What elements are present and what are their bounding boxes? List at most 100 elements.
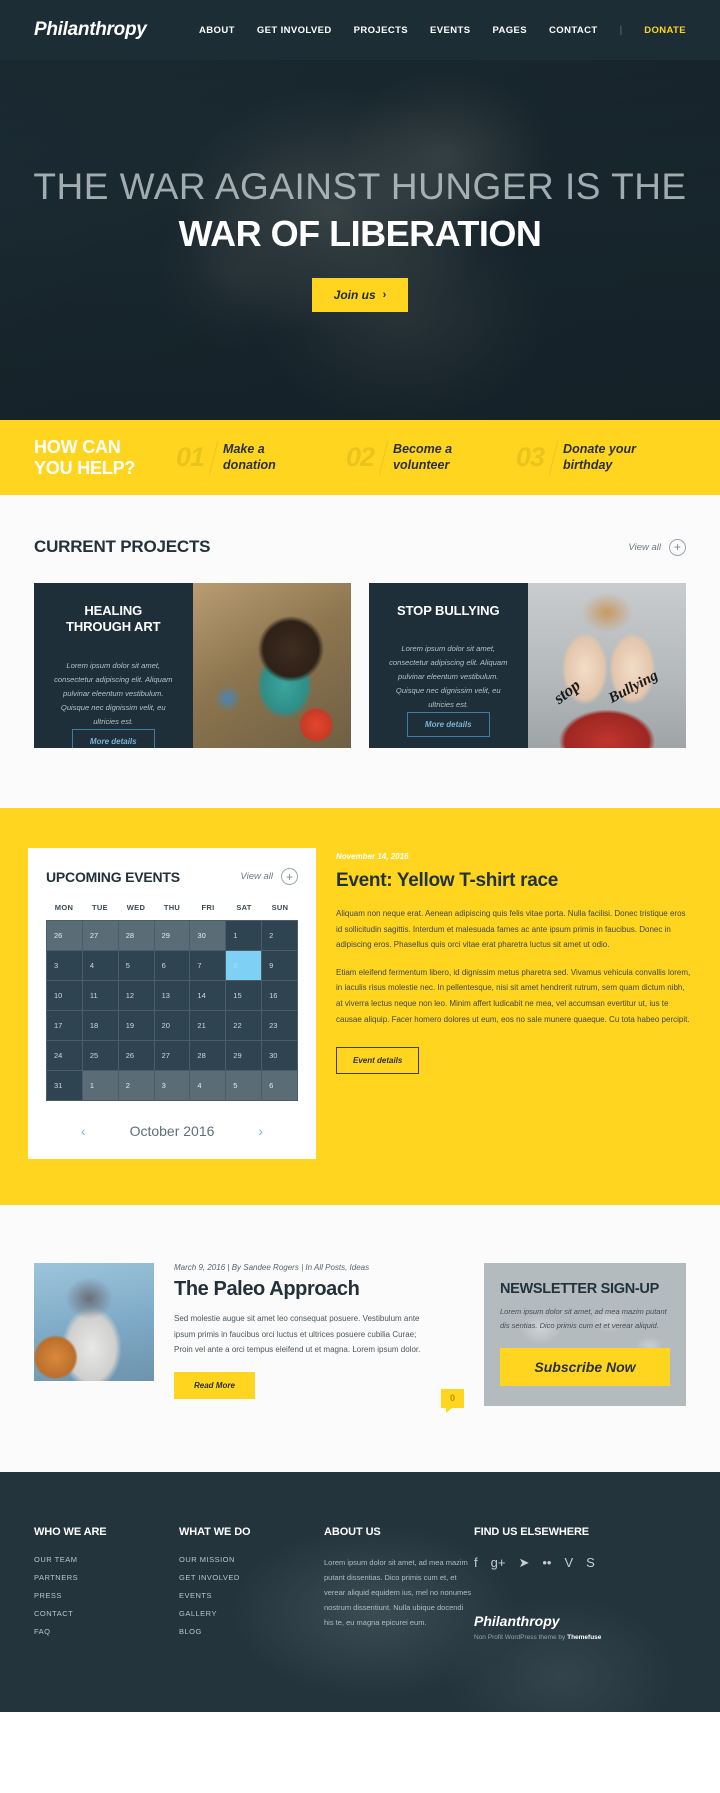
calendar-day-cell[interactable]: 21 (190, 1011, 226, 1040)
blog-author[interactable]: By Sandee Rogers (232, 1263, 299, 1272)
footer-link-gallery[interactable]: GALLERY (179, 1609, 324, 1618)
help-step-number: 02 (346, 442, 375, 472)
calendar-day-cell[interactable]: 23 (262, 1011, 297, 1040)
calendar-day-cell[interactable]: 18 (82, 1011, 118, 1040)
calendar-day-cell[interactable]: 26 (118, 1041, 154, 1070)
calendar-day-cell[interactable]: 31 (47, 1071, 82, 1100)
projects-card-row: HEALING THROUGH ART Lorem ipsum dolor si… (34, 583, 686, 748)
calendar-month-label: October 2016 (129, 1123, 215, 1139)
footer-link-partners[interactable]: PARTNERS (34, 1573, 179, 1582)
project-more-details-button[interactable]: More details (406, 712, 490, 738)
blog-title[interactable]: The Paleo Approach (174, 1278, 421, 1301)
site-logo[interactable]: Philanthropy (34, 19, 147, 41)
project-title: STOP BULLYING (397, 603, 500, 618)
calendar-day-cell[interactable]: 12 (118, 981, 154, 1010)
nav-item-contact[interactable]: CONTACT (549, 25, 598, 36)
blog-thumbnail[interactable] (34, 1263, 154, 1381)
footer-link-press[interactable]: PRESS (34, 1591, 179, 1600)
help-step-1[interactable]: 01 Make a donation (176, 440, 346, 475)
calendar-day-cell[interactable]: 29 (226, 1041, 262, 1070)
footer-link-events[interactable]: EVENTS (179, 1591, 324, 1600)
projects-view-all-link[interactable]: View all + (628, 538, 686, 556)
calendar-day-cell[interactable]: 11 (82, 981, 118, 1010)
footer-link-our-team[interactable]: OUR TEAM (34, 1555, 179, 1564)
project-more-details-button[interactable]: More details (71, 728, 155, 748)
google-plus-icon[interactable]: g+ (491, 1555, 506, 1570)
footer-link-get-involved[interactable]: GET INVOLVED (179, 1573, 324, 1582)
calendar-day-cell[interactable]: 4 (82, 951, 118, 980)
project-description: Lorem ipsum dolor sit amet, consectetur … (54, 660, 173, 726)
footer-link-contact[interactable]: CONTACT (34, 1609, 179, 1618)
read-more-button[interactable]: Read More (174, 1371, 255, 1399)
help-step-2[interactable]: 02 Become a volunteer (346, 440, 516, 475)
site-footer: WHO WE ARE OUR TEAM PARTNERS PRESS CONTA… (0, 1471, 720, 1712)
nav-item-pages[interactable]: PAGES (492, 25, 527, 36)
help-step-divider (548, 440, 559, 475)
calendar-day-cell[interactable]: 25 (82, 1041, 118, 1070)
help-step-3[interactable]: 03 Donate your birthday (516, 440, 686, 475)
calendar-day-cell[interactable]: 17 (47, 1011, 82, 1040)
calendar-day-cell[interactable]: 27 (82, 921, 118, 950)
blog-categories[interactable]: In All Posts, Ideas (305, 1263, 369, 1272)
footer-link-our-mission[interactable]: OUR MISSION (179, 1555, 324, 1564)
calendar-day-cell[interactable]: 8 (226, 951, 262, 980)
facebook-icon[interactable]: f (474, 1555, 478, 1570)
comment-count-bubble[interactable]: 0 (440, 1388, 464, 1408)
calendar-day-cell[interactable]: 15 (226, 981, 262, 1010)
calendar-day-cell[interactable]: 5 (118, 951, 154, 980)
calendar-day-cell[interactable]: 13 (154, 981, 190, 1010)
nav-item-donate[interactable]: DONATE (644, 25, 686, 36)
calendar-day-cell[interactable]: 29 (154, 921, 190, 950)
calendar-day-cell[interactable]: 14 (190, 981, 226, 1010)
join-us-button[interactable]: Join us › (311, 278, 409, 313)
calendar-day-cell[interactable]: 22 (226, 1011, 262, 1040)
project-title: HEALING THROUGH ART (66, 603, 161, 636)
calendar-day-cell[interactable]: 9 (262, 951, 297, 980)
skype-icon[interactable]: S (586, 1555, 595, 1570)
calendar-day-cell[interactable]: 27 (154, 1041, 190, 1070)
page-title: CURRENT PROJECTS (34, 537, 211, 556)
events-view-all-link[interactable]: View all + (240, 868, 298, 885)
calendar-day-cell[interactable]: 4 (190, 1071, 226, 1100)
main-navigation: ABOUT GET INVOLVED PROJECTS EVENTS PAGES… (199, 25, 686, 36)
twitter-icon[interactable]: ➤ (518, 1555, 529, 1571)
calendar-day-cell[interactable]: 7 (190, 951, 226, 980)
flickr-icon[interactable]: •• (542, 1555, 551, 1570)
nav-item-projects[interactable]: PROJECTS (354, 25, 408, 36)
calendar-day-cell[interactable]: 10 (47, 981, 82, 1010)
calendar-day-cell[interactable]: 3 (47, 951, 82, 980)
vimeo-icon[interactable]: V (564, 1555, 573, 1570)
chevron-left-icon[interactable]: ‹ (81, 1123, 86, 1139)
calendar-day-cell[interactable]: 28 (190, 1041, 226, 1070)
calendar-day-cell[interactable]: 1 (226, 921, 262, 950)
calendar-day-cell[interactable]: 19 (118, 1011, 154, 1040)
calendar-day-cell[interactable]: 30 (262, 1041, 297, 1070)
footer-link-faq[interactable]: FAQ (34, 1627, 179, 1636)
chevron-right-icon[interactable]: › (258, 1123, 263, 1139)
calendar-day-cell[interactable]: 1 (82, 1071, 118, 1100)
calendar-day-cell[interactable]: 24 (47, 1041, 82, 1070)
help-step-number: 01 (176, 442, 205, 472)
nav-item-get-involved[interactable]: GET INVOLVED (257, 25, 332, 36)
event-details-button[interactable]: Event details (336, 1047, 420, 1075)
calendar-day-cell[interactable]: 2 (262, 921, 297, 950)
calendar-day-cell[interactable]: 20 (154, 1011, 190, 1040)
help-step-label-line2: birthday (563, 457, 613, 472)
day-name-tue: TUE (92, 903, 108, 912)
calendar-day-cell[interactable]: 30 (190, 921, 226, 950)
subscribe-now-button[interactable]: Subscribe Now (500, 1347, 670, 1386)
calendar-day-cell[interactable]: 6 (262, 1071, 297, 1100)
nav-item-about[interactable]: ABOUT (199, 25, 235, 36)
footer-credit-brand[interactable]: Themefuse (567, 1634, 601, 1641)
footer-link-blog[interactable]: BLOG (179, 1627, 324, 1636)
calendar-day-cell[interactable]: 3 (154, 1071, 190, 1100)
calendar-day-cell[interactable]: 26 (47, 921, 82, 950)
calendar-day-cell[interactable]: 16 (262, 981, 297, 1010)
project-card-stop-bullying[interactable]: STOP BULLYING Lorem ipsum dolor sit amet… (369, 583, 686, 748)
calendar-day-cell[interactable]: 28 (118, 921, 154, 950)
calendar-day-cell[interactable]: 2 (118, 1071, 154, 1100)
nav-item-events[interactable]: EVENTS (430, 25, 470, 36)
project-card-healing-through-art[interactable]: HEALING THROUGH ART Lorem ipsum dolor si… (34, 583, 351, 748)
calendar-day-cell[interactable]: 6 (154, 951, 190, 980)
calendar-day-cell[interactable]: 5 (226, 1071, 262, 1100)
